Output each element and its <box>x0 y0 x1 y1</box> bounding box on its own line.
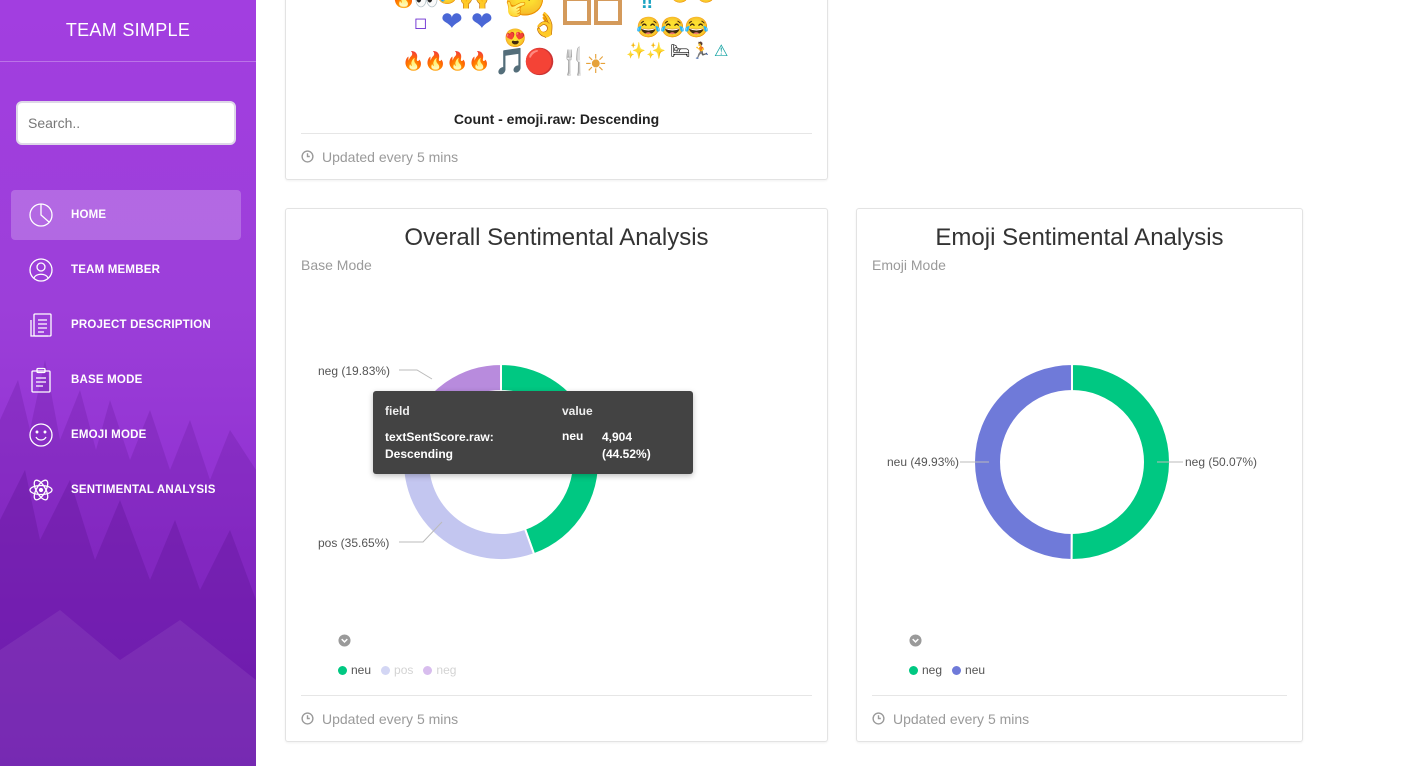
sidebar-item-label: SENTIMENTAL ANALYSIS <box>71 484 216 496</box>
sidebar-nav: HOME TEAM MEMBER PROJECT DESCRIPTION BAS… <box>11 190 241 520</box>
card-footer: Updated every 5 mins <box>301 695 812 741</box>
legend-swatch <box>338 665 347 675</box>
legend-swatch <box>909 665 918 675</box>
legend-swatch <box>423 665 433 675</box>
sidebar: TEAM SIMPLE HOME TEAM MEMBER <box>0 0 256 766</box>
sidebar-item-sentimental-analysis[interactable]: SENTIMENTAL ANALYSIS <box>11 465 241 515</box>
slice-label-neu: neu (49.93%) <box>887 455 959 469</box>
update-interval-text: Updated every 5 mins <box>322 148 459 165</box>
tooltip-value-header: value <box>562 404 593 418</box>
emoji-bed-icon: 🛏 <box>670 43 691 60</box>
clock-icon <box>301 150 314 163</box>
legend-item-neg[interactable]: neg <box>423 663 456 677</box>
slice-label-neg: neg (50.07%) <box>1185 455 1257 469</box>
emoji-square-icon: ◻ <box>414 15 428 32</box>
legend-collapse-icon[interactable] <box>909 634 922 647</box>
tooltip-field-header: field <box>385 404 410 418</box>
donut-slices <box>973 362 1172 562</box>
legend-item-pos[interactable]: pos <box>381 663 413 677</box>
overall-sentiment-card: Overall Sentimental Analysis Base Mode n… <box>285 208 828 742</box>
chart-legend: neu pos neg <box>338 663 466 677</box>
emoji-fire-icon: 🔥 <box>402 51 425 71</box>
emoji-frame-icon <box>594 0 622 25</box>
emoji-smile-icon: 😊 <box>670 0 690 5</box>
pie-chart-icon <box>28 202 54 228</box>
emoji-sun-icon: ☀ <box>584 49 608 79</box>
sidebar-item-label: PROJECT DESCRIPTION <box>71 319 211 331</box>
legend-item-neu[interactable]: neu <box>338 663 371 677</box>
sidebar-item-home[interactable]: HOME <box>11 190 241 240</box>
update-interval-text: Updated every 5 mins <box>322 710 459 727</box>
card-footer: Updated every 5 mins <box>301 133 812 179</box>
emoji-warning-icon: ⚠ <box>714 43 729 60</box>
user-icon <box>28 257 54 283</box>
sidebar-item-label: TEAM MEMBER <box>71 264 161 276</box>
card-footer: Updated every 5 mins <box>872 695 1287 741</box>
document-icon <box>28 312 54 338</box>
emoji-sparkles-icon: ✨ <box>626 43 646 60</box>
smiley-icon <box>28 422 54 448</box>
brand-title: TEAM SIMPLE <box>65 19 191 40</box>
brand-divider <box>0 61 256 62</box>
legend-label: neu <box>965 663 986 677</box>
emoji-runner-icon: 🏃 <box>691 43 711 60</box>
emoji-blue-heart-icon: ❤ <box>471 6 493 36</box>
sidebar-item-label: BASE MODE <box>71 374 143 386</box>
tooltip-value: neu <box>562 429 584 443</box>
emoji-donut-chart: neu (49.93%) neg (50.07%) <box>887 362 1257 562</box>
emoji-double-exclamation-icon: ‼ <box>641 0 654 13</box>
sidebar-item-project-description[interactable]: PROJECT DESCRIPTION <box>11 300 241 350</box>
emoji-fire-icon: 🔥 <box>391 0 416 10</box>
sidebar-item-label: HOME <box>71 209 107 221</box>
legend-swatch <box>952 665 962 675</box>
legend-label: neg <box>922 663 943 677</box>
tooltip-field: textSentScore.raw: Descending <box>385 430 494 461</box>
legend-collapse-icon[interactable] <box>338 634 351 647</box>
slice-leader-line-neg <box>399 369 433 380</box>
slice-label-neg: neg (19.83%) <box>318 364 390 378</box>
emoji-fire-icon: 🔥 <box>424 51 447 71</box>
legend-item-neg[interactable]: neg <box>909 663 942 677</box>
emoji-frame-icon <box>563 0 591 25</box>
emoji-sparkles-icon: ✨ <box>646 43 666 60</box>
emoji-red-circle-icon: 🔴 <box>524 48 556 76</box>
chart-legend: neg neu <box>909 663 995 677</box>
legend-label: neg <box>436 663 457 677</box>
emoji-music-note-icon: 🎵 <box>494 46 527 76</box>
update-interval-text: Updated every 5 mins <box>893 710 1030 727</box>
legend-swatch <box>381 665 391 675</box>
tooltip-count: 4,904 (44.52%) <box>602 430 651 461</box>
emoji-smile-icon: 😊 <box>696 0 716 5</box>
emoji-sentiment-card: Emoji Sentimental Analysis Emoji Mode ne… <box>856 208 1303 742</box>
emoji-cloud-card: 🔥 👀 😢 🙌 🤔 ◻ ❤ ❤ 😍 👌 ‼ 😊 😊 😂 😂 😂 🔥 🔥 🔥 🔥 … <box>285 0 828 180</box>
emoji-fire-icon: 🔥 <box>446 51 469 71</box>
search-input[interactable] <box>16 101 236 145</box>
emoji-joy-icon: 😂 <box>636 17 661 39</box>
clock-icon <box>872 712 885 725</box>
sidebar-item-label: EMOJI MODE <box>71 429 147 441</box>
clock-icon <box>301 712 314 725</box>
emoji-cloud-caption: Count - emoji.raw: Descending <box>453 111 660 127</box>
legend-label: neu <box>351 663 372 677</box>
donut-slice-neg[interactable] <box>1070 362 1172 561</box>
emoji-joy-icon: 😂 <box>660 17 685 39</box>
emoji-blue-heart-icon: ❤ <box>441 6 463 36</box>
emoji-joy-icon: 😂 <box>684 17 709 39</box>
sidebar-item-team-member[interactable]: TEAM MEMBER <box>11 245 241 295</box>
slice-label-pos: pos (35.65%) <box>318 536 389 550</box>
emoji-ok-hand-icon: 👌 <box>530 12 560 39</box>
chart-tooltip: field value textSentScore.raw: Descendin… <box>373 391 693 474</box>
legend-label: pos <box>394 663 414 677</box>
sidebar-item-emoji-mode[interactable]: EMOJI MODE <box>11 410 241 460</box>
sidebar-item-base-mode[interactable]: BASE MODE <box>11 355 241 405</box>
emoji-word-cloud: 🔥 👀 😢 🙌 🤔 ◻ ❤ ❤ 😍 👌 ‼ 😊 😊 😂 😂 😂 🔥 🔥 🔥 🔥 … <box>286 0 826 91</box>
atom-icon <box>28 477 54 503</box>
legend-item-neu[interactable]: neu <box>952 663 985 677</box>
clipboard-icon <box>28 367 54 393</box>
emoji-fire-icon: 🔥 <box>468 51 491 71</box>
